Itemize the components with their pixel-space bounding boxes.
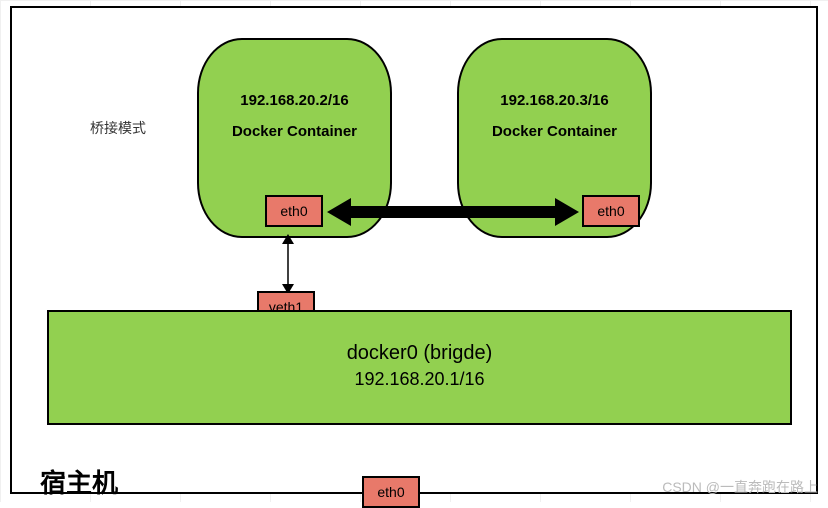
docker0-title: docker0 (brigde): [49, 342, 790, 365]
container-1-ip: 192.168.20.2/16: [199, 92, 390, 109]
docker0-ip: 192.168.20.1/16: [49, 369, 790, 390]
container-2-title: Docker Container: [459, 123, 650, 140]
bridge-mode-label: 桥接模式: [90, 118, 146, 138]
double-arrow-icon: [327, 196, 579, 228]
container-2-ip: 192.168.20.3/16: [459, 92, 650, 109]
docker0-bridge: docker0 (brigde) 192.168.20.1/16: [47, 310, 792, 425]
container-2-eth0: eth0: [582, 195, 640, 227]
vertical-double-arrow-icon: [281, 234, 295, 294]
container-1-title: Docker Container: [199, 123, 390, 140]
host-eth0: eth0: [362, 476, 420, 508]
watermark: CSDN @一直奔跑在路上: [662, 477, 818, 497]
host-frame: 桥接模式 192.168.20.2/16 Docker Container et…: [10, 6, 818, 494]
container-1-eth0: eth0: [265, 195, 323, 227]
host-label: 宿主机: [40, 463, 118, 500]
